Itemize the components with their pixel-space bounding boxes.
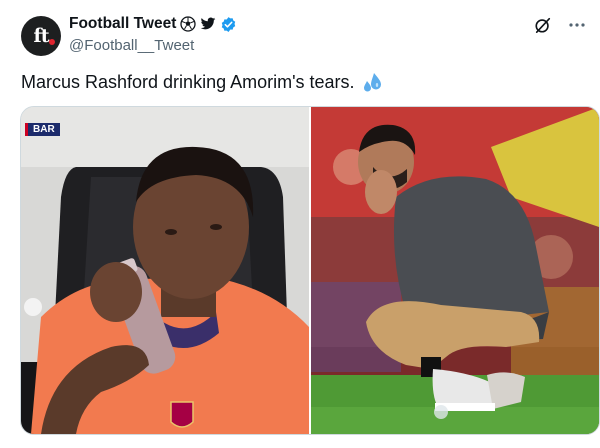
display-name[interactable]: Football Tweet <box>69 15 176 33</box>
tweet-text-body: Marcus Rashford drinking Amorim's tears. <box>21 71 355 92</box>
media-image-right[interactable] <box>311 107 599 434</box>
verified-badge-icon <box>222 16 236 32</box>
tweet-text: Marcus Rashford drinking Amorim's tears. <box>21 71 383 93</box>
soccer-ball-icon <box>180 16 197 32</box>
avatar-text: ft <box>33 25 50 47</box>
media-image-left[interactable]: BAR <box>21 107 309 434</box>
grok-icon[interactable] <box>534 16 552 34</box>
header-actions <box>534 16 586 34</box>
sweat-droplets-icon <box>363 73 381 92</box>
rashford-drinking-image <box>21 107 309 434</box>
media-grid[interactable]: BAR <box>20 106 600 435</box>
bird-icon <box>201 17 216 30</box>
avatar-dot <box>49 39 55 45</box>
channel-badge: BAR <box>25 123 60 136</box>
more-icon[interactable] <box>568 16 586 34</box>
avatar[interactable]: ft <box>21 16 61 56</box>
amorim-crouching-image <box>311 107 599 434</box>
handle[interactable]: @Football__Tweet <box>69 37 194 54</box>
name-row: Football Tweet <box>69 15 237 33</box>
